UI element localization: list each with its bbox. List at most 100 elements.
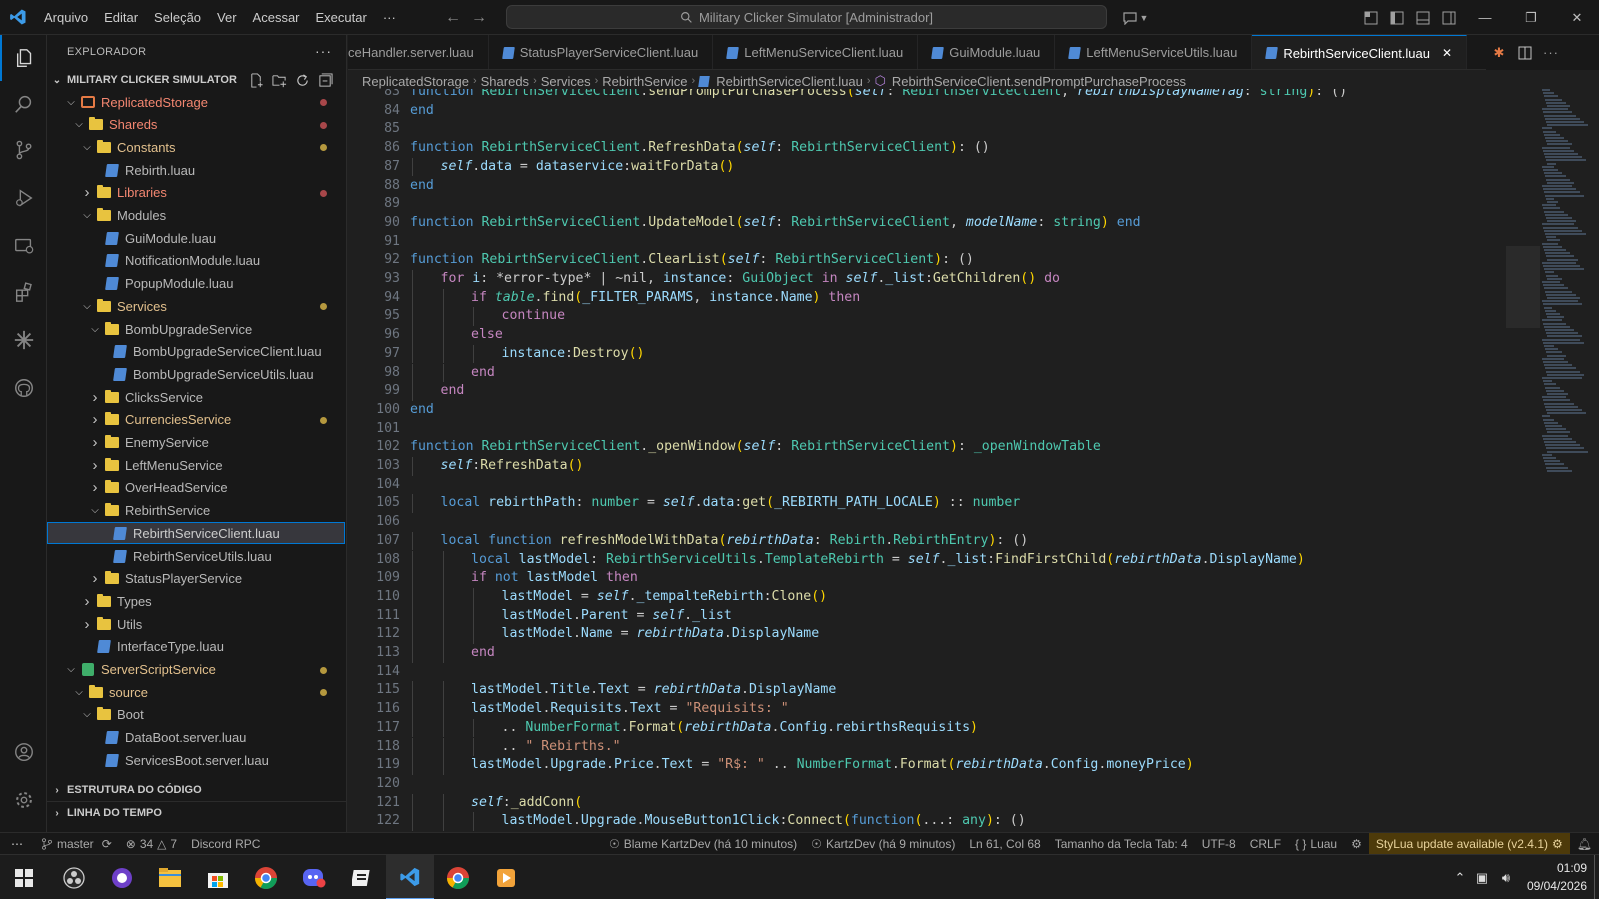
tree-file-item[interactable]: PopupModule.luau (47, 273, 345, 295)
discord-icon[interactable] (290, 855, 338, 899)
tree-folder-item[interactable]: ⌵ Boot (47, 704, 345, 726)
new-file-icon[interactable] (247, 71, 265, 89)
tree-folder-item[interactable]: › Utils (47, 613, 345, 635)
remote-indicator-icon[interactable]: ⋯ (0, 833, 34, 855)
tree-folder-item[interactable]: › StatusPlayerService (47, 568, 345, 590)
toggle-sidebar-icon[interactable] (1384, 0, 1410, 35)
tree-folder-item[interactable]: › EnemyService (47, 432, 345, 454)
close-window-icon[interactable]: ✕ (1554, 0, 1599, 35)
last-commit-status[interactable]: ☉ KartzDev (há 9 minutos) (804, 833, 962, 855)
breadcrumb-item[interactable]: RebirthService (602, 74, 687, 89)
remote-explorer-icon[interactable] (0, 223, 47, 269)
tree-file-item[interactable]: ServicesBoot.server.luau (47, 749, 345, 771)
editor-tab[interactable]: LeftMenuServiceClient.luau (713, 35, 919, 69)
tree-folder-item[interactable]: ⌵ Shareds (47, 114, 345, 136)
show-desktop-button[interactable] (1594, 855, 1599, 899)
restore-icon[interactable]: ❐ (1508, 0, 1554, 35)
windows-start-icon[interactable] (0, 855, 48, 899)
microsoft-store-icon[interactable] (194, 855, 242, 899)
back-arrow-icon[interactable]: ← (440, 9, 466, 27)
file-explorer-icon[interactable] (146, 855, 194, 899)
source-control-icon[interactable] (0, 127, 47, 173)
tab-size-status[interactable]: Tamanho da Tecla Tab: 4 (1048, 833, 1195, 855)
tree-file-item[interactable]: BombUpgradeServiceUtils.luau (47, 363, 345, 385)
github-icon[interactable] (0, 365, 47, 411)
tray-chevron-up-icon[interactable]: ⌃ (1450, 870, 1470, 886)
menu-item[interactable]: Seleção (146, 0, 209, 35)
tree-file-item[interactable]: DataBoot.server.luau (47, 727, 345, 749)
editor-tab[interactable]: StatusPlayerServiceClient.luau (489, 35, 714, 69)
copilot-status-icon[interactable]: ⚙ (1344, 833, 1369, 855)
toggle-panel-icon[interactable] (1410, 0, 1436, 35)
tree-folder-item[interactable]: ⌵ Constants (47, 136, 345, 158)
run-debug-icon[interactable] (0, 175, 47, 221)
code-editor[interactable]: 83 function RebirthServiceClient.sendProm… (348, 89, 1533, 832)
volume-icon[interactable]: 🔊︎ (1494, 870, 1518, 886)
minimap[interactable] (1540, 89, 1599, 832)
tree-file-item[interactable]: Rebirth.luau (47, 159, 345, 181)
editor-tab[interactable]: RebirthServiceClient.luau ✕ (1252, 35, 1468, 69)
tree-folder-item[interactable]: ⌵ Services (47, 295, 345, 317)
roblox-studio-icon[interactable] (0, 317, 47, 363)
minimize-icon[interactable]: — (1462, 0, 1508, 35)
discord-rpc-status[interactable]: Discord RPC (184, 833, 267, 855)
customize-layout-icon[interactable] (1358, 0, 1384, 35)
close-tab-icon[interactable]: ✕ (1442, 46, 1452, 60)
menu-item[interactable]: ··· (375, 0, 404, 35)
breadcrumb-item[interactable]: Services (541, 74, 591, 89)
toggle-secondary-sidebar-icon[interactable] (1436, 0, 1462, 35)
notifications-bell-icon[interactable]: 🔔︎ (1570, 833, 1599, 855)
git-blame-status[interactable]: ☉ Blame KartzDev (há 10 minutos) (602, 833, 804, 855)
search-view-icon[interactable] (0, 81, 47, 127)
tree-folder-item[interactable]: ⌵ Modules (47, 205, 345, 227)
outline-section[interactable]: › ESTRUTURA DO CÓDIGO (47, 779, 346, 801)
tree-file-item[interactable]: RebirthServiceClient.luau (47, 522, 345, 545)
system-clock[interactable]: 01:09 09/04/2026 (1527, 859, 1587, 895)
menu-item[interactable]: Acessar (245, 0, 308, 35)
editor-tab[interactable]: GuiModule.luau (918, 35, 1056, 69)
menu-item[interactable]: Arquivo (36, 0, 96, 35)
tree-folder-item[interactable]: ⌵ ReplicatedStorage (47, 91, 345, 113)
roblox-studio-taskbar-icon[interactable] (482, 855, 530, 899)
command-center-search[interactable]: Military Clicker Simulator [Administrado… (506, 5, 1107, 29)
forward-arrow-icon[interactable]: → (466, 9, 492, 27)
tree-folder-item[interactable]: › OverHeadService (47, 477, 345, 499)
breadcrumb-item[interactable]: RebirthServiceClient.sendPromptPurchaseP… (892, 74, 1186, 89)
split-editor-icon[interactable] (1512, 35, 1538, 70)
stylua-update-status[interactable]: StyLua update available (v2.4.1) ⚙ (1368, 832, 1570, 855)
tree-file-item[interactable]: RebirthServiceUtils.luau (47, 545, 345, 567)
editor-more-icon[interactable]: ··· (1538, 35, 1564, 70)
editor-tab[interactable]: ceHandler.server.luau (348, 35, 489, 69)
language-status[interactable]: { } Luau (1288, 833, 1344, 855)
chrome-icon[interactable] (434, 855, 482, 899)
breadcrumb-item[interactable]: RebirthServiceClient.luau (716, 74, 863, 89)
github-desktop-icon[interactable] (98, 855, 146, 899)
tree-folder-item[interactable]: › ClicksService (47, 386, 345, 408)
menu-item[interactable]: Ver (209, 0, 245, 35)
workspace-root-header[interactable]: ⌄ MILITARY CLICKER SIMULATOR (47, 69, 346, 91)
tree-file-item[interactable]: BombUpgradeServiceClient.luau (47, 341, 345, 363)
tree-folder-item[interactable]: › LeftMenuService (47, 454, 345, 476)
tree-folder-item[interactable]: ⌵ source (47, 681, 345, 703)
epic-games-icon[interactable] (338, 855, 386, 899)
branch-status[interactable]: master ⟳ (34, 833, 119, 855)
tree-file-item[interactable]: InterfaceType.luau (47, 636, 345, 658)
timeline-section[interactable]: › LINHA DO TEMPO (47, 801, 346, 824)
refresh-icon[interactable] (293, 71, 311, 89)
tree-folder-item[interactable]: › Libraries (47, 182, 345, 204)
eol-status[interactable]: CRLF (1243, 833, 1288, 855)
vscode-taskbar-icon[interactable] (386, 855, 434, 899)
roblox-sync-icon[interactable]: ✱ (1486, 35, 1512, 70)
breadcrumb-item[interactable]: ReplicatedStorage (362, 74, 469, 89)
new-folder-icon[interactable] (270, 71, 288, 89)
tree-folder-item[interactable]: › CurrenciesService (47, 409, 345, 431)
tree-folder-item[interactable]: ⌵ BombUpgradeService (47, 318, 345, 340)
collapse-all-icon[interactable] (316, 71, 334, 89)
menu-item[interactable]: Editar (96, 0, 146, 35)
explorer-icon[interactable] (0, 35, 47, 81)
editor-tab[interactable]: LeftMenuServiceUtils.luau (1055, 35, 1253, 69)
extensions-icon[interactable] (0, 269, 47, 315)
chrome-profile-icon[interactable] (242, 855, 290, 899)
sync-icon[interactable]: ⟳ (102, 837, 112, 851)
tree-folder-item[interactable]: › Types (47, 590, 345, 612)
